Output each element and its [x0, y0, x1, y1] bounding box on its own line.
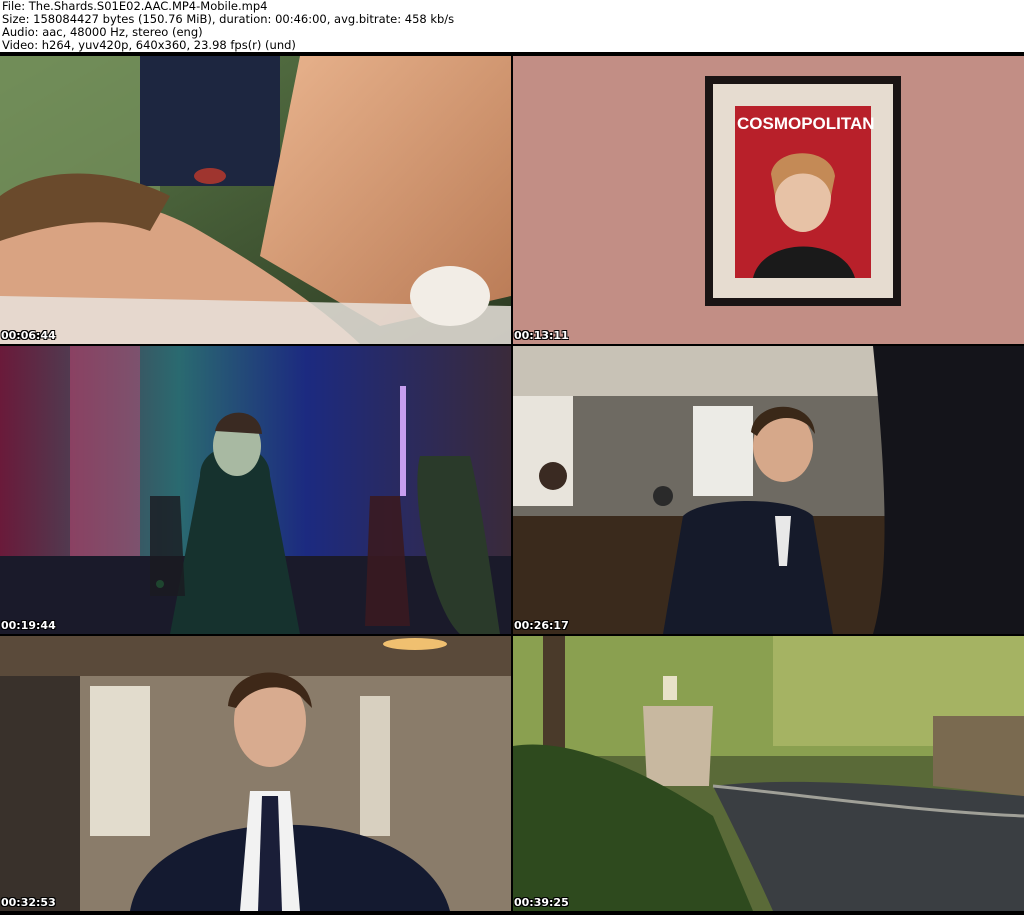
- thumbnail-5: 00:32:53: [0, 636, 511, 911]
- thumbnail-grid: 00:06:44 COSMOPOLITAN 00:13:11 00:19:44 …: [0, 52, 1024, 915]
- student-portrait-frame: [0, 636, 511, 911]
- timestamp-label: 00:13:11: [514, 329, 569, 342]
- thumbnail-2: COSMOPOLITAN 00:13:11: [513, 56, 1024, 344]
- timestamp-label: 00:06:44: [1, 329, 56, 342]
- thumbnail-6: 00:39:25: [513, 636, 1024, 911]
- neon-party-frame: [0, 346, 511, 634]
- timestamp-label: 00:19:44: [1, 619, 56, 632]
- thumbnail-4: 00:26:17: [513, 346, 1024, 634]
- magazine-title: COSMOPOLITAN: [737, 114, 875, 133]
- video-info-line: Video: h264, yuv420p, 640x360, 23.98 fps…: [2, 38, 296, 52]
- thumbnail-3: 00:19:44: [0, 346, 511, 634]
- framed-magazine-frame: [513, 56, 1024, 344]
- timestamp-label: 00:26:17: [514, 619, 569, 632]
- timestamp-label: 00:39:25: [514, 896, 569, 909]
- driveway-garden-frame: [513, 636, 1024, 911]
- cafeteria-student-frame: [513, 346, 1024, 634]
- thumbnail-1: 00:06:44: [0, 56, 511, 344]
- file-info-header: File: The.Shards.S01E02.AAC.MP4-Mobile.m…: [2, 0, 1022, 52]
- timestamp-label: 00:32:53: [1, 896, 56, 909]
- bed-closeup-frame: [0, 56, 511, 344]
